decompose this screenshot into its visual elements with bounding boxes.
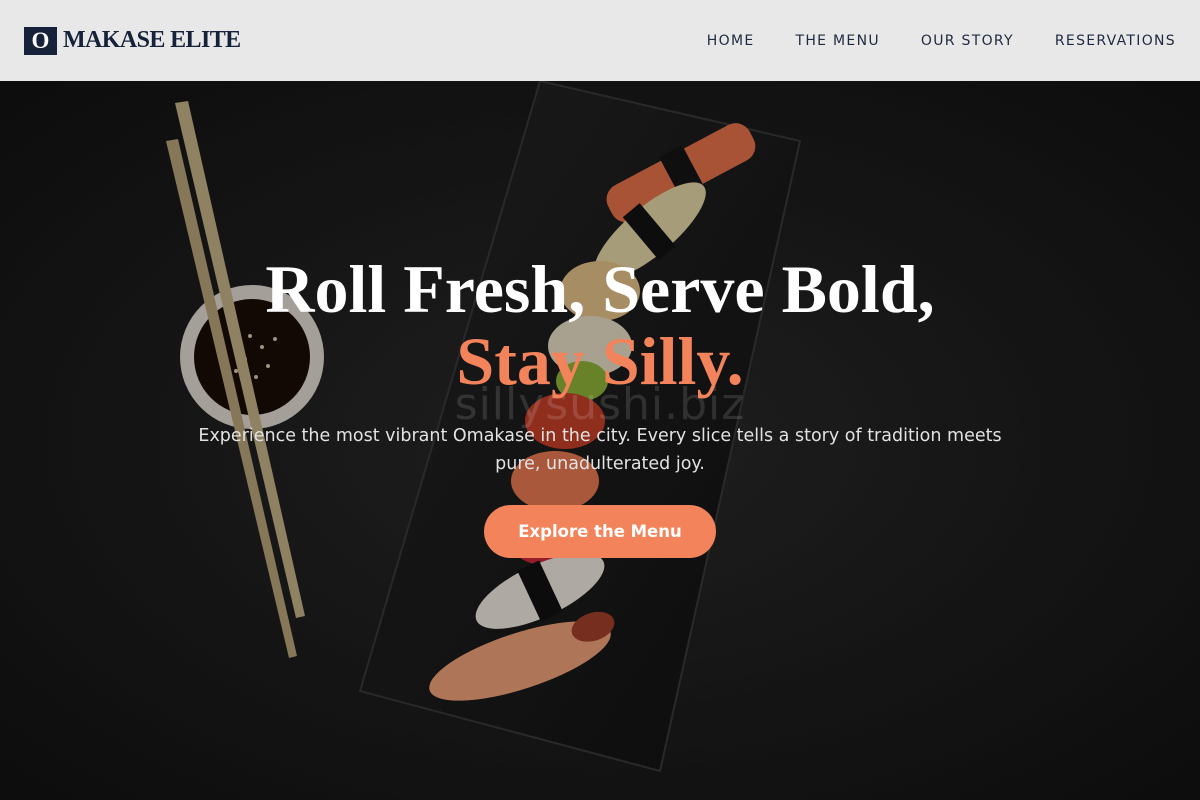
logo-mark: O (24, 26, 57, 55)
nav-link-our-story[interactable]: OUR STORY (921, 33, 1014, 49)
hero-title: Roll Fresh, Serve Bold, Stay Silly. (0, 253, 1200, 397)
hero-title-line2: Stay Silly. (456, 323, 744, 399)
nav-link-reservations[interactable]: RESERVATIONS (1055, 33, 1176, 49)
explore-menu-button[interactable]: Explore the Menu (484, 505, 716, 558)
hero-title-line1: Roll Fresh, Serve Bold, (265, 251, 935, 327)
nav-link-menu[interactable]: THE MENU (795, 33, 879, 49)
logo[interactable]: O MAKASE ELITE (24, 26, 241, 55)
main-nav: HOME THE MENU OUR STORY RESERVATIONS (707, 33, 1176, 49)
logo-text: MAKASE ELITE (63, 27, 241, 53)
hero-subtitle: Experience the most vibrant Omakase in t… (198, 426, 1002, 474)
nav-link-home[interactable]: HOME (707, 33, 755, 49)
hero-section: sillysushi.biz Roll Fresh, Serve Bold, S… (0, 81, 1200, 800)
site-header: O MAKASE ELITE HOME THE MENU OUR STORY R… (0, 0, 1200, 81)
